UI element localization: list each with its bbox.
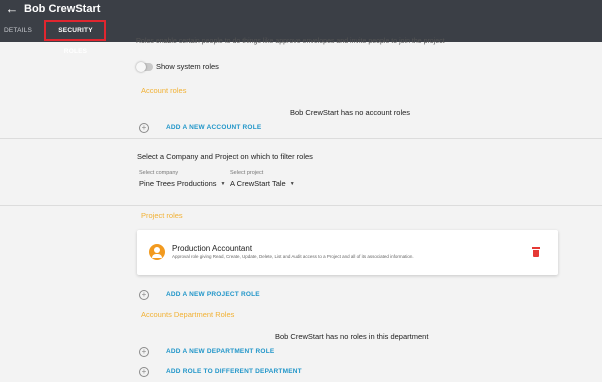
filter-title: Select a Company and Project on which to… [137,152,313,161]
system-roles-toggle[interactable] [136,62,153,72]
role-name: Production Accountant [172,244,253,253]
add-circle-icon: + [139,347,149,357]
trash-lid [532,247,540,249]
section-divider [0,138,602,139]
person-icon [149,244,165,260]
roles-intro-text: Roles enable certain people to do things… [136,38,445,45]
project-select[interactable]: A CrewStart Tale ▼ [230,178,295,190]
section-divider [0,205,602,206]
add-circle-icon: + [139,367,149,377]
add-account-role-button[interactable]: + ADD A NEW ACCOUNT ROLE [139,122,262,134]
add-role-different-department-label: ADD ROLE TO DIFFERENT DEPARTMENT [166,368,302,375]
add-department-role-label: ADD A NEW DEPARTMENT ROLE [166,348,275,355]
tab-highlight-box [44,20,106,41]
add-circle-icon: + [139,290,149,300]
project-select-label: Select project [230,170,264,176]
app-header: ← Bob CrewStart DETAILS SECURITY ROLES [0,0,602,55]
trash-can [533,250,539,257]
account-roles-empty-message: Bob CrewStart has no account roles [290,108,411,117]
department-roles-empty-message: Bob CrewStart has no roles in this depar… [275,332,429,341]
department-roles-title: Accounts Department Roles [141,310,235,319]
company-select-label: Select company [139,170,179,176]
company-select[interactable]: Pine Trees Productions ▼ [139,178,226,190]
avatar-body [152,254,162,258]
account-roles-title: Account roles [141,86,187,95]
role-description: Approval role giving Read, Create, Updat… [172,254,414,259]
project-roles-title: Project roles [141,211,183,220]
project-select-value: A CrewStart Tale [230,179,286,188]
add-role-different-department-button[interactable]: + ADD ROLE TO DIFFERENT DEPARTMENT [139,366,302,378]
add-department-role-button[interactable]: + ADD A NEW DEPARTMENT ROLE [139,346,274,358]
page-title: Bob CrewStart [24,3,101,15]
toggle-knob [136,62,146,72]
add-project-role-button[interactable]: + ADD A NEW PROJECT ROLE [139,289,260,301]
back-arrow-icon[interactable]: ← [5,2,19,16]
trash-icon[interactable] [532,247,540,257]
tab-details[interactable]: DETAILS [0,20,36,41]
avatar-head [154,247,160,253]
add-circle-icon: + [139,123,149,133]
company-select-value: Pine Trees Productions [139,179,217,188]
system-roles-label: Show system roles [156,62,219,71]
dropdown-arrow-icon: ▼ [289,181,295,188]
role-card-production-accountant[interactable]: Production Accountant Approval role givi… [137,230,558,275]
add-project-role-label: ADD A NEW PROJECT ROLE [166,291,260,298]
add-account-role-label: ADD A NEW ACCOUNT ROLE [166,124,262,131]
dropdown-arrow-icon: ▼ [220,181,226,188]
